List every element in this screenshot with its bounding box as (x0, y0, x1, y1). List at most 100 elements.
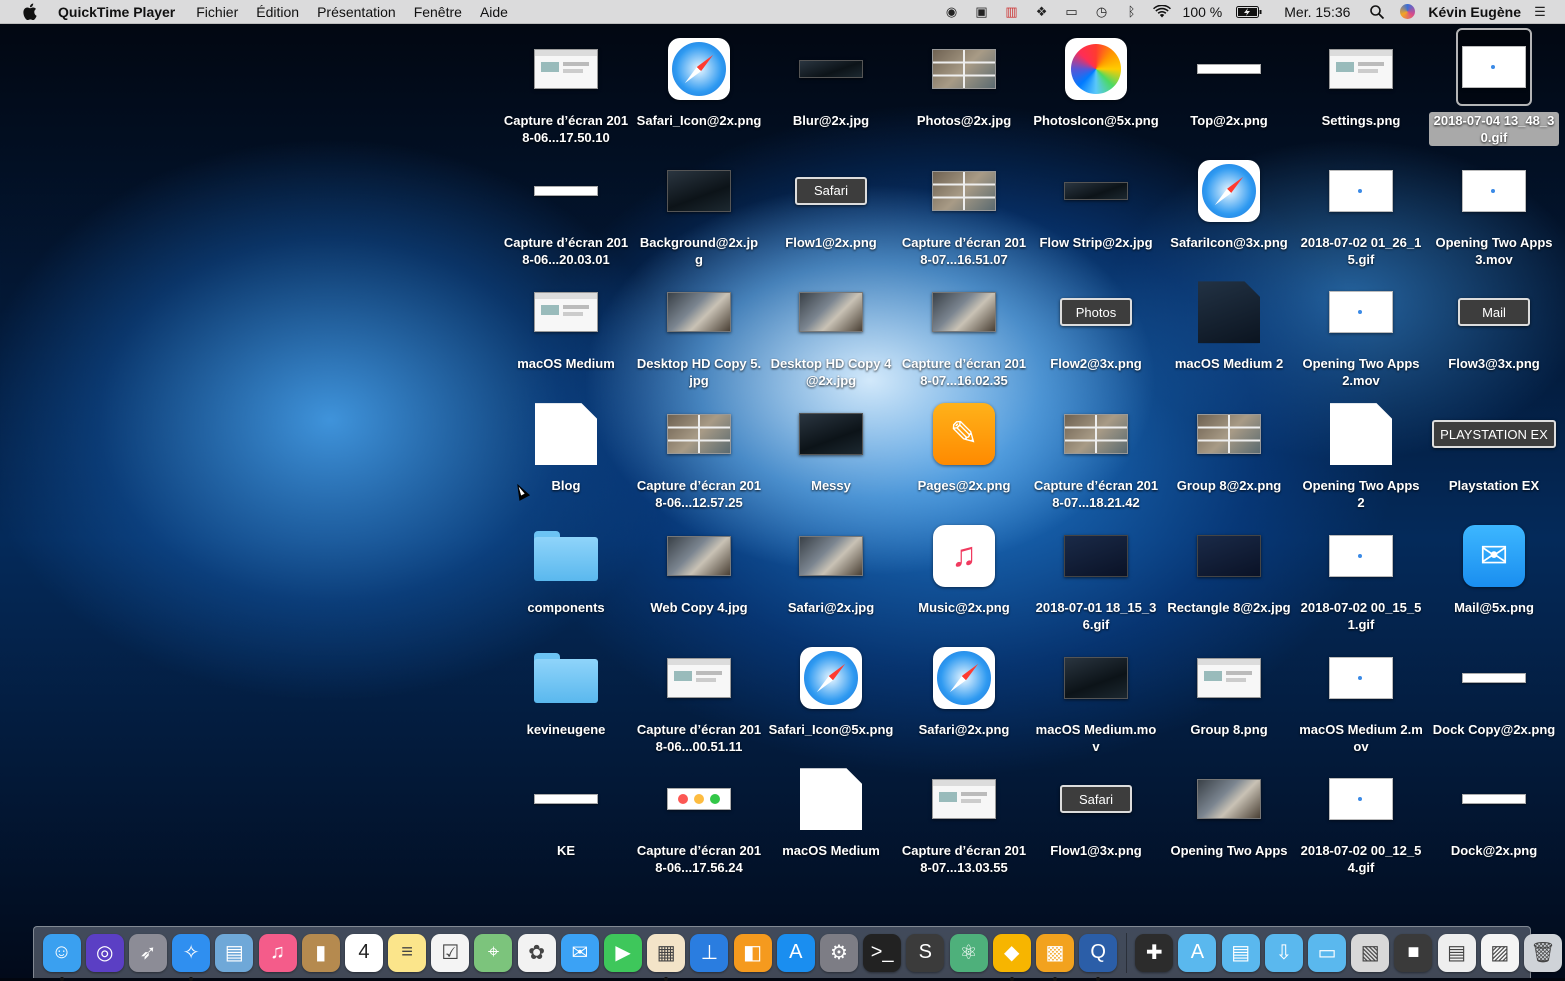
principle-icon[interactable]: ▩ (1035, 933, 1074, 981)
terminal-icon[interactable]: >_ (863, 933, 902, 972)
menu-presentation[interactable]: Présentation (317, 4, 396, 20)
dark-stack-icon[interactable]: ■ (1394, 933, 1433, 972)
documents-folder-icon[interactable]: ▤ (1221, 933, 1260, 972)
maps-icon[interactable]: ⌖ (474, 933, 513, 972)
finder-icon[interactable]: ☺ (42, 933, 81, 981)
battery-charging-icon[interactable] (1236, 4, 1262, 20)
desktop-file[interactable]: SafariIcon@3x.png (1164, 146, 1294, 251)
keynote-icon[interactable]: ⊥ (690, 933, 729, 972)
downloads-folder-icon[interactable]: ⇩ (1264, 933, 1303, 972)
menu-app-name[interactable]: QuickTime Player (58, 4, 175, 20)
folder-icon[interactable]: ▭ (1308, 933, 1347, 972)
desktop-file[interactable]: macOS Medium.mov (1031, 633, 1161, 755)
desktop-file[interactable]: PhotosIcon@5x.png (1031, 24, 1161, 129)
desktop-file[interactable]: Capture d’écran 2018-06...00.51.11 (634, 633, 764, 755)
desktop-file[interactable]: PLAYSTATION EX Playstation EX (1429, 389, 1559, 494)
record-icon[interactable]: ◉ (943, 4, 961, 20)
airplay-icon[interactable]: ▭ (1063, 4, 1081, 20)
time-machine-icon[interactable]: ◷ (1093, 4, 1111, 20)
desktop-file[interactable]: Opening Two Apps 2 (1296, 389, 1426, 511)
desktop-file[interactable]: Rectangle 8@2x.jpg (1164, 511, 1294, 616)
desktop-file[interactable]: Group 8@2x.png (1164, 389, 1294, 494)
desktop-file[interactable]: Top@2x.png (1164, 24, 1294, 129)
clock[interactable]: Mer. 15:36 (1284, 4, 1350, 20)
notes-icon[interactable]: ≡ (388, 933, 427, 972)
menu-fenetre[interactable]: Fenêtre (414, 4, 462, 20)
desktop-file[interactable]: Opening Two Apps (1164, 754, 1294, 859)
quicktime-icon[interactable]: Q (1079, 933, 1118, 981)
desktop-file[interactable]: Web Copy 4.jpg (634, 511, 764, 616)
siri-icon[interactable]: ◎ (85, 933, 124, 972)
desktop-file[interactable]: Safari Flow1@3x.png (1031, 754, 1161, 859)
desktop-file[interactable]: Dock Copy@2x.png (1429, 633, 1559, 738)
desktop-file[interactable]: macOS Medium 2 (1164, 267, 1294, 372)
desktop-file[interactable]: components (501, 511, 631, 616)
desktop-file[interactable]: Safari_Icon@5x.png (766, 633, 896, 738)
desktop-file[interactable]: macOS Medium (766, 754, 896, 859)
desktop-file[interactable]: Group 8.png (1164, 633, 1294, 738)
desktop-file[interactable]: 2018-07-02 00_15_51.gif (1296, 511, 1426, 633)
pasteboard-icon[interactable]: ▦ (647, 933, 686, 981)
app-store-icon[interactable]: A (776, 933, 815, 972)
menu-aide[interactable]: Aide (480, 4, 508, 20)
bluetooth-icon[interactable]: ᛒ (1123, 4, 1141, 20)
desktop-file[interactable]: Flow Strip@2x.jpg (1031, 146, 1161, 251)
stats-icon[interactable]: ▥ (1003, 4, 1021, 20)
desktop-file[interactable]: Capture d’écran 2018-07...18.21.42 (1031, 389, 1161, 511)
photos-icon[interactable]: ✿ (517, 933, 556, 972)
desktop-file[interactable]: 2018-07-02 00_12_54.gif (1296, 754, 1426, 876)
desktop-file[interactable]: Blur@2x.jpg (766, 24, 896, 129)
desktop-file[interactable]: Capture d’écran 2018-06...17.56.24 (634, 754, 764, 876)
sketch-icon[interactable]: ◆ (992, 933, 1031, 981)
reminders-icon[interactable]: ☑ (431, 933, 470, 972)
desktop-file[interactable]: ✉ Mail@5x.png (1429, 511, 1559, 616)
desktop-file[interactable]: kevineugene (501, 633, 631, 738)
safari-icon[interactable]: ✧ (172, 933, 211, 981)
desktop-file[interactable]: 2018-07-02 01_26_15.gif (1296, 146, 1426, 268)
sublime-icon[interactable]: S (906, 933, 945, 972)
desktop-file[interactable]: Blog (501, 389, 631, 494)
desktop-file[interactable]: ♫ Music@2x.png (899, 511, 1029, 616)
desktop-file[interactable]: Safari@2x.png (899, 633, 1029, 738)
screenshot-stack-icon[interactable]: ▨ (1480, 933, 1519, 972)
desktop-file[interactable]: Safari@2x.jpg (766, 511, 896, 616)
desktop-file[interactable]: Capture d’écran 2018-06...20.03.01 (501, 146, 631, 268)
desktop-file[interactable]: 2018-07-01 18_15_36.gif (1031, 511, 1161, 633)
desktop-file[interactable]: 2018-07-04 13_48_30.gif (1429, 24, 1559, 147)
menu-edition[interactable]: Édition (256, 4, 299, 20)
desktop-file[interactable]: KE (501, 754, 631, 859)
menu-fichier[interactable]: Fichier (196, 4, 238, 20)
applications-folder-icon[interactable]: A (1178, 933, 1217, 972)
desktop-file[interactable]: Capture d’écran 2018-07...16.51.07 (899, 146, 1029, 268)
messages-icon[interactable]: ✉ (560, 933, 599, 972)
desktop-file[interactable]: Capture d’écran 2018-07...16.02.35 (899, 267, 1029, 389)
dropbox-icon[interactable]: ❖ (1033, 4, 1051, 20)
user-name[interactable]: Kévin Eugène (1428, 4, 1521, 20)
desktop-file[interactable]: Photos@2x.jpg (899, 24, 1029, 129)
paste-icon[interactable]: ▣ (973, 4, 991, 20)
desktop-file[interactable]: Desktop HD Copy 5.jpg (634, 267, 764, 389)
desktop-file[interactable]: ✎ Pages@2x.png (899, 389, 1029, 494)
desktop-file[interactable]: macOS Medium (501, 267, 631, 372)
desktop-file[interactable]: Safari_Icon@2x.png (634, 24, 764, 129)
desktop-file[interactable]: Settings.png (1296, 24, 1426, 129)
desktop-file[interactable]: Opening Two Apps 2.mov (1296, 267, 1426, 389)
desktop-file[interactable]: Desktop HD Copy 4@2x.jpg (766, 267, 896, 389)
apple-logo-icon[interactable] (22, 3, 40, 20)
notification-center-icon[interactable]: ☰ (1531, 4, 1549, 20)
atom-icon[interactable]: ⚛ (949, 933, 988, 972)
gamepad-icon[interactable]: ✚ (1135, 933, 1174, 972)
spotlight-search-icon[interactable] (1368, 4, 1386, 20)
launchpad-icon[interactable]: ➶ (128, 933, 167, 972)
stack-icon[interactable]: ▧ (1351, 933, 1390, 972)
preview-icon[interactable]: ▤ (215, 933, 254, 972)
ibooks-icon[interactable]: ◧ (733, 933, 772, 972)
facetime-icon[interactable]: ▶ (604, 933, 643, 972)
desktop-file[interactable]: Opening Two Apps 3.mov (1429, 146, 1559, 268)
desktop-file[interactable]: Dock@2x.png (1429, 754, 1559, 859)
document-stack-icon[interactable]: ▤ (1437, 933, 1476, 972)
trash-icon[interactable]: 🗑 (1523, 933, 1562, 972)
wifi-icon[interactable] (1152, 4, 1171, 20)
user-avatar-icon[interactable] (1398, 4, 1416, 20)
desktop-file[interactable]: Mail Flow3@3x.png (1429, 267, 1559, 372)
